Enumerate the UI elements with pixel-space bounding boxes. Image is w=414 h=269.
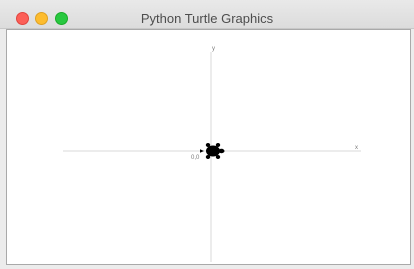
canvas-drawing: x y 0,0 (63, 46, 361, 262)
origin-label: 0,0 (191, 155, 200, 161)
window-left-border (0, 29, 6, 269)
title-bar[interactable]: Python Turtle Graphics (0, 0, 414, 29)
turtle-canvas[interactable]: x y 0,0 (6, 29, 411, 265)
window-title: Python Turtle Graphics (140, 11, 274, 26)
turtle-window: Python Turtle Graphics x y 0,0 (0, 0, 414, 269)
x-axis-label: x (355, 145, 358, 151)
turtle-cursor-icon (200, 143, 225, 159)
y-axis-label: y (212, 46, 215, 52)
